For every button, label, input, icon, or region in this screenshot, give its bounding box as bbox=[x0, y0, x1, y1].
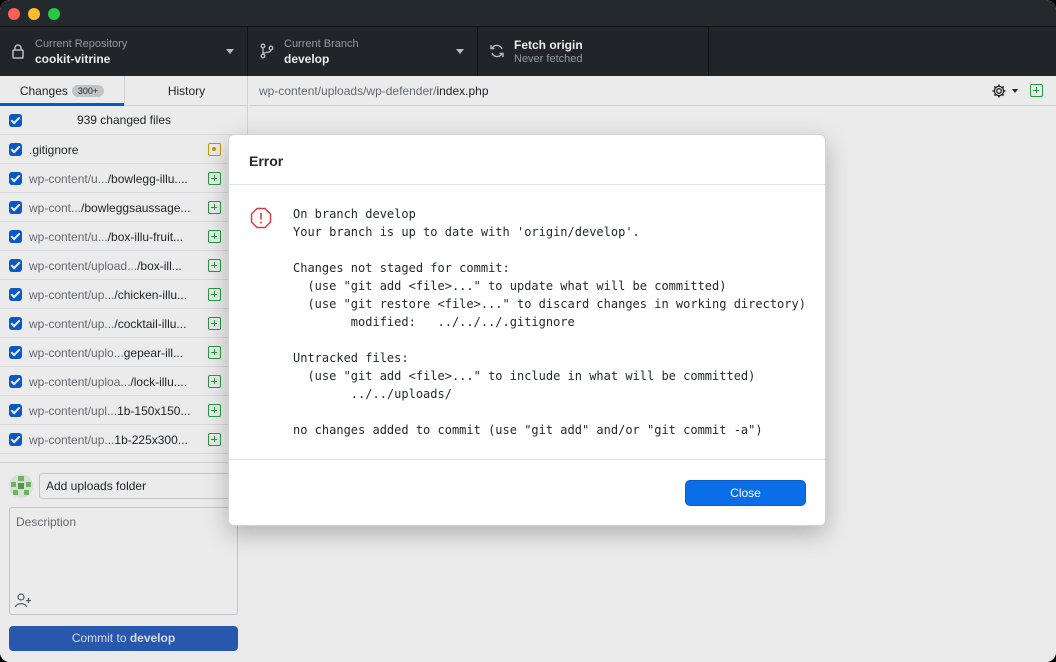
error-dialog: Error On branch develop Your branch is u… bbox=[228, 134, 826, 526]
minimize-window-button[interactable] bbox=[28, 8, 40, 20]
dialog-header: Error bbox=[229, 135, 825, 185]
close-button[interactable]: Close bbox=[685, 480, 806, 506]
alert-octagon-icon bbox=[250, 207, 272, 229]
app-window: Current Repository cookit-vitrine Curren… bbox=[0, 0, 1056, 662]
title-bar bbox=[0, 0, 1056, 26]
error-message: On branch develop Your branch is up to d… bbox=[293, 207, 806, 437]
dialog-title: Error bbox=[249, 153, 284, 169]
dialog-footer: Close bbox=[229, 459, 825, 525]
zoom-window-button[interactable] bbox=[48, 8, 60, 20]
close-window-button[interactable] bbox=[8, 8, 20, 20]
